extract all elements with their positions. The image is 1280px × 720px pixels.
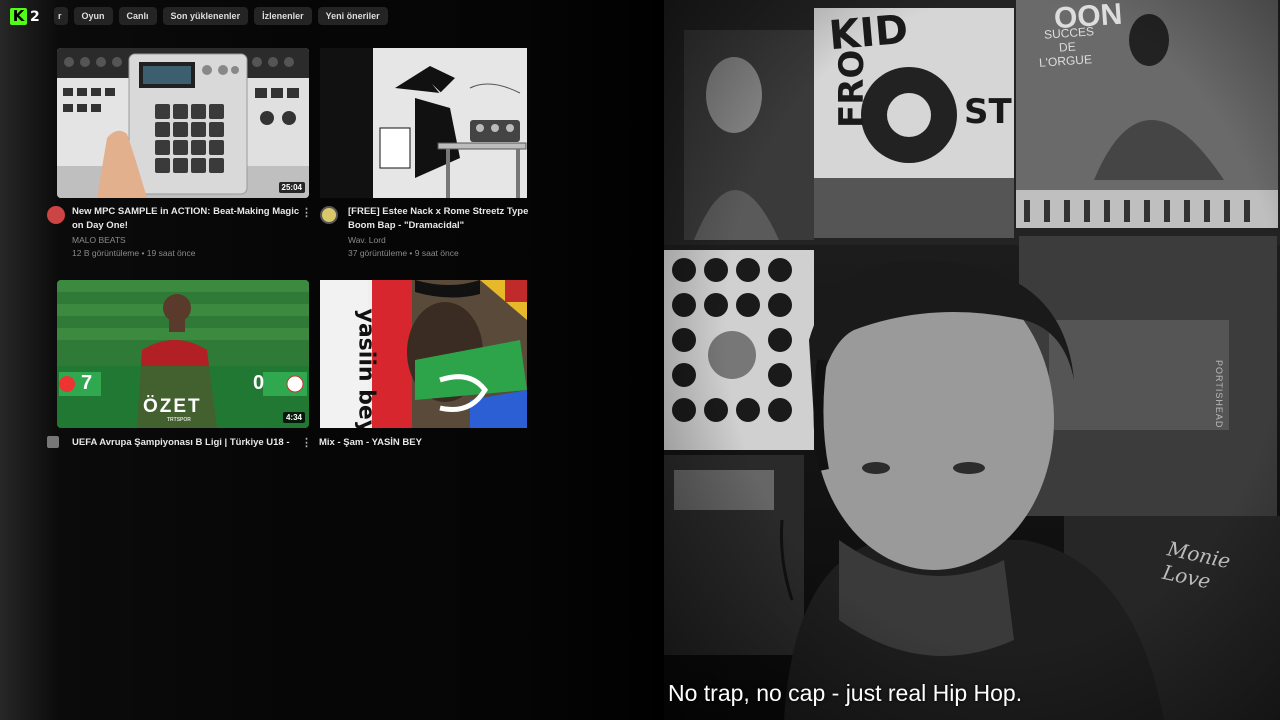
chip-watched[interactable]: İzlenenler: [254, 7, 312, 25]
viewer-count: 2: [30, 8, 40, 25]
channel-avatar[interactable]: [47, 206, 65, 224]
chip-recently-uploaded[interactable]: Son yüklenenler: [162, 7, 249, 25]
filter-chips: r Oyun Canlı Son yüklenenler İzlenenler …: [54, 7, 388, 25]
video-duration: 25:04: [278, 182, 305, 193]
more-options-icon[interactable]: ⋮: [301, 436, 312, 449]
video-title-line1[interactable]: Mix - Şam - YASİN BEY: [319, 436, 519, 449]
channel-avatar[interactable]: [47, 436, 59, 448]
chip-new-to-you[interactable]: Yeni öneriler: [317, 7, 388, 25]
kick-logo-icon: K: [10, 8, 27, 25]
more-options-icon[interactable]: ⋮: [301, 206, 312, 219]
kid-frost-text-fro: FRO: [832, 49, 872, 128]
channel-avatar[interactable]: [320, 206, 338, 224]
mpc-thumbnail-art: [57, 48, 309, 198]
cartoon-thumbnail-art: [320, 48, 527, 198]
browser-panel: K 2 r Oyun Canlı Son yüklenenler İzlenen…: [0, 0, 670, 720]
chip-live[interactable]: Canlı: [118, 7, 157, 25]
chip-games[interactable]: Oyun: [73, 7, 113, 25]
video-title-line2[interactable]: Boom Bap - "Dramacidal": [348, 219, 528, 232]
video-title-line1[interactable]: UEFA Avrupa Şampiyonası B Ligi | Türkiye…: [72, 436, 300, 449]
score-right: 0: [253, 372, 265, 394]
video-thumbnail[interactable]: [320, 48, 527, 198]
subtitle-caption: No trap, no cap - just real Hip Hop.: [668, 680, 1023, 706]
video-meta: 37 görüntüleme • 9 saat önce: [348, 248, 459, 258]
video-meta: 12 B görüntüleme • 19 saat önce: [72, 248, 196, 258]
ozet-banner: ÖZET: [143, 396, 202, 417]
chip-truncated[interactable]: r: [54, 7, 68, 25]
video-title-line2[interactable]: on Day One!: [72, 219, 300, 232]
video-channel[interactable]: Wav. Lord: [348, 235, 386, 245]
score-left: 7: [81, 372, 93, 394]
succes-line2: DE: [1058, 39, 1077, 55]
album-art-thumbnail: [320, 280, 527, 428]
video-duration: 4:34: [282, 412, 305, 423]
video-title-line1[interactable]: [FREE] Estee Nack x Rome Streetz Type B: [348, 205, 528, 218]
left-edge-strip: [0, 0, 58, 720]
portishead-text: PORTISHEAD: [1214, 360, 1224, 429]
video-title-line1[interactable]: New MPC SAMPLE in ACTION: Beat-Making Ma…: [72, 205, 300, 218]
trt-spor-logo: TRTSPOR: [167, 417, 191, 423]
webcam-feed: KID FRO ST OON SUCCES DE L'ORGUE PORTISH…: [664, 0, 1280, 720]
video-thumbnail[interactable]: yasiin bey: [320, 280, 527, 428]
album-art-text: yasiin bey: [353, 308, 379, 429]
video-channel[interactable]: MALO BEATS: [72, 235, 126, 245]
kid-frost-text-st: ST: [964, 92, 1012, 132]
video-thumbnail[interactable]: 25:04: [57, 48, 309, 198]
kick-viewer-badge: K 2: [10, 8, 40, 25]
video-thumbnail[interactable]: 7 0 ÖZET TRTSPOR 4:34: [57, 280, 309, 428]
